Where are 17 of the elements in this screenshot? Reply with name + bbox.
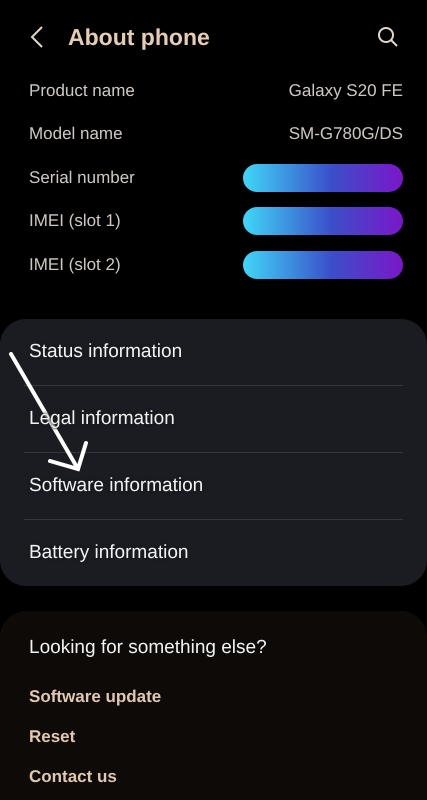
suggestions-title: Looking for something else? [29,636,268,658]
back-icon[interactable] [30,25,44,49]
menu-item[interactable]: Software information [24,452,403,518]
info-value: Galaxy S20 FE [288,80,403,101]
info-value: SM-G780G/DS [288,124,403,144]
menu-item[interactable]: Status information [24,318,403,384]
info-label: Model name [29,124,123,144]
info-label: Serial number [29,168,135,188]
info-label: IMEI (slot 2) [29,254,121,275]
suggestion-link[interactable]: Reset [29,716,398,756]
info-label: IMEI (slot 1) [29,211,121,232]
menu-item[interactable]: Battery information [24,520,403,586]
info-label: Product name [29,80,135,101]
suggestion-link[interactable]: Contact us [29,756,398,796]
search-icon[interactable] [377,26,399,48]
suggestion-link[interactable]: Software update [29,676,398,716]
page-title: About phone [68,24,211,50]
